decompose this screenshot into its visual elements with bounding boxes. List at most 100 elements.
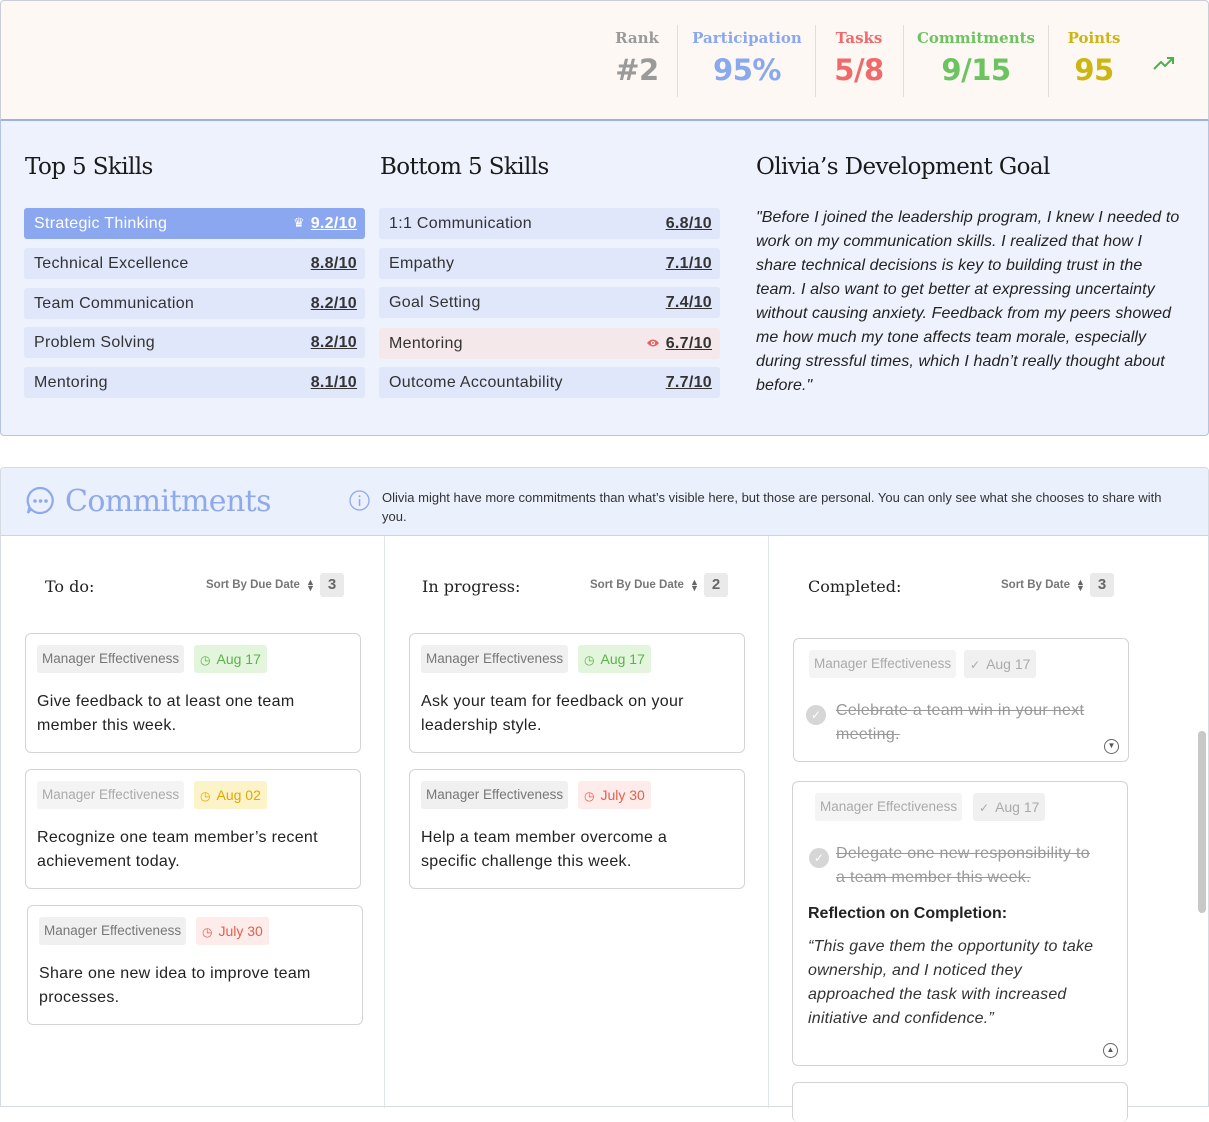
skill-score[interactable]: 9.2/10 <box>311 215 357 233</box>
commitment-text: Ask your team for feedback on your leade… <box>421 693 684 734</box>
due-date-badge: ✓ Aug 17 <box>973 793 1046 821</box>
skill-score[interactable]: 7.4/10 <box>666 294 712 312</box>
stat-commitments-label: Commitments <box>916 29 1035 47</box>
sort-todo[interactable]: Sort By Due Date ▲ ▼ <box>206 578 316 593</box>
skill-score[interactable]: 8.2/10 <box>311 295 357 313</box>
commitment-card[interactable]: Manager Effectiveness ◷ July 30 Help a te… <box>409 769 745 889</box>
count-badge-inprogress: 2 <box>704 573 728 597</box>
top-skill-item[interactable]: Technical Excellence 8.8/10 <box>24 248 365 279</box>
stat-points-value: 95 <box>1074 53 1114 87</box>
lane-title-todo: To do: <box>45 577 95 596</box>
stat-rank: Rank #2 <box>599 29 675 87</box>
stat-participation-value: 95% <box>713 53 781 87</box>
commitment-text: Recognize one team member’s recent achie… <box>37 829 318 870</box>
skill-score[interactable]: 6.7/10 <box>666 335 712 353</box>
bottom-skill-item[interactable]: Goal Setting 7.4/10 <box>379 287 720 318</box>
skills-panel: Top 5 Skills Strategic Thinking ♛ 9.2/10… <box>0 121 1209 436</box>
category-tag: Manager Effectiveness <box>421 645 569 673</box>
skill-name: Problem Solving <box>34 334 155 351</box>
commitment-text: Share one new idea to improve team proce… <box>39 965 311 1006</box>
commitments-section: Commitments Olivia might have more commi… <box>0 467 1209 1122</box>
bottom-skills-title: Bottom 5 Skills <box>380 154 549 180</box>
sort-completed[interactable]: Sort By Date ▲ ▼ <box>1001 577 1086 593</box>
chevron-up-icon[interactable]: ▲ <box>1103 1043 1118 1058</box>
stat-points: Points 95 <box>1059 29 1129 87</box>
due-date-badge: ◷ July 30 <box>196 917 269 945</box>
top-skill-item[interactable]: Strategic Thinking ♛ 9.2/10 <box>24 208 365 239</box>
commitment-text: Give feedback to at least one team membe… <box>37 693 295 734</box>
scrollbar-thumb[interactable] <box>1198 731 1206 913</box>
skill-score[interactable]: 8.2/10 <box>311 334 357 352</box>
goal-text: "Before I joined the leadership program,… <box>756 209 1180 394</box>
stat-points-label: Points <box>1067 29 1121 47</box>
chat-bubble-icon <box>26 486 54 515</box>
top-skill-item[interactable]: Problem Solving 8.2/10 <box>24 327 365 358</box>
category-tag: Manager Effectiveness <box>37 645 185 673</box>
trending-up-icon <box>1153 57 1174 70</box>
category-tag: Manager Effectiveness <box>421 781 569 809</box>
skill-score[interactable]: 7.1/10 <box>666 255 712 273</box>
commitment-card[interactable]: Manager Effectiveness ◷ Aug 02 Recognize … <box>25 769 361 889</box>
bottom-skill-item[interactable]: Mentoring 6.7/10 <box>379 328 720 359</box>
due-date-badge: ✓ Aug 17 <box>964 650 1037 678</box>
reflection-text: “This gave them the opportunity to take … <box>808 938 1094 1027</box>
skill-score[interactable]: 8.8/10 <box>311 255 357 273</box>
stat-participation: Participation 95% <box>689 29 805 87</box>
stat-participation-label: Participation <box>692 29 802 47</box>
skill-name: 1:1 Communication <box>389 215 532 232</box>
goal-title: Olivia’s Development Goal <box>756 154 1050 180</box>
commitment-text: Help a team member overcome a specific c… <box>421 829 668 870</box>
clock-icon: ◷ <box>584 789 595 803</box>
stat-rank-value: #2 <box>615 53 659 87</box>
category-tag: Manager Effectiveness <box>39 917 187 945</box>
check-icon: ✓ <box>970 658 981 672</box>
commitment-card[interactable]: Manager Effectiveness ◷ Aug 17 Give feedb… <box>25 633 361 753</box>
bottom-skill-item[interactable]: 1:1 Communication 6.8/10 <box>379 208 720 239</box>
count-badge-todo: 3 <box>320 573 344 597</box>
lane-title-inprogress: In progress: <box>422 577 521 596</box>
skill-name: Mentoring <box>389 335 463 352</box>
sort-arrows-icon: ▲ ▼ <box>1076 577 1085 593</box>
clock-icon: ◷ <box>200 789 211 803</box>
bottom-skill-item[interactable]: Outcome Accountability 7.7/10 <box>379 367 720 398</box>
info-icon[interactable] <box>349 490 370 511</box>
due-date-badge: ◷ Aug 17 <box>194 645 267 673</box>
clock-icon: ◷ <box>202 925 213 939</box>
clock-icon: ◷ <box>584 653 595 667</box>
skill-name: Mentoring <box>34 374 108 391</box>
category-tag: Manager Effectiveness <box>815 793 963 821</box>
skill-name: Strategic Thinking <box>34 215 168 232</box>
skill-name: Outcome Accountability <box>389 374 563 391</box>
top-skill-item[interactable]: Team Communication 8.2/10 <box>24 288 365 319</box>
due-date-badge: ◷ Aug 17 <box>578 645 651 673</box>
sort-arrows-icon: ▲ ▼ <box>689 577 699 593</box>
skill-name: Technical Excellence <box>34 255 189 272</box>
skill-score[interactable]: 7.7/10 <box>666 374 712 392</box>
category-tag: Manager Effectiveness <box>809 650 957 678</box>
completed-card[interactable] <box>792 1082 1128 1122</box>
checkmark-icon: ✓ <box>806 705 826 725</box>
stats-header: Rank #2 Participation 95% Tasks 5/8 Comm… <box>0 0 1209 121</box>
top-skills-title: Top 5 Skills <box>25 154 153 180</box>
commitment-card[interactable]: Manager Effectiveness ◷ Aug 17 Ask your t… <box>409 633 745 753</box>
top-skill-item[interactable]: Mentoring 8.1/10 <box>24 367 365 398</box>
stat-tasks-value: 5/8 <box>834 53 884 87</box>
eye-icon <box>647 339 659 347</box>
reflection-title: Reflection on Completion: <box>808 905 1008 922</box>
commitment-card[interactable]: Manager Effectiveness ◷ July 30 Share one… <box>27 905 363 1025</box>
skill-score[interactable]: 8.1/10 <box>311 374 357 392</box>
check-icon: ✓ <box>979 801 990 815</box>
commitment-text: Delegate one new responsibility to a tea… <box>836 845 1090 886</box>
skill-name: Empathy <box>389 255 455 272</box>
lane-title-completed: Completed: <box>808 577 902 596</box>
stat-tasks: Tasks 5/8 <box>821 29 897 87</box>
sort-inprogress[interactable]: Sort By Due Date ▲ ▼ <box>590 577 700 593</box>
checkmark-icon: ✓ <box>809 848 829 868</box>
bottom-skill-item[interactable]: Empathy 7.1/10 <box>379 248 720 279</box>
due-date-badge: ◷ Aug 02 <box>194 781 267 809</box>
completed-card[interactable]: Manager Effectiveness ✓ Aug 17 ✓ Celebrat… <box>793 638 1129 762</box>
chevron-down-icon[interactable]: ▼ <box>1104 739 1119 754</box>
completed-card[interactable]: Manager Effectiveness ✓ Aug 17 ✓ Delegate… <box>792 781 1128 1066</box>
commitments-title: Commitments <box>65 484 272 519</box>
skill-score[interactable]: 6.8/10 <box>666 215 712 233</box>
